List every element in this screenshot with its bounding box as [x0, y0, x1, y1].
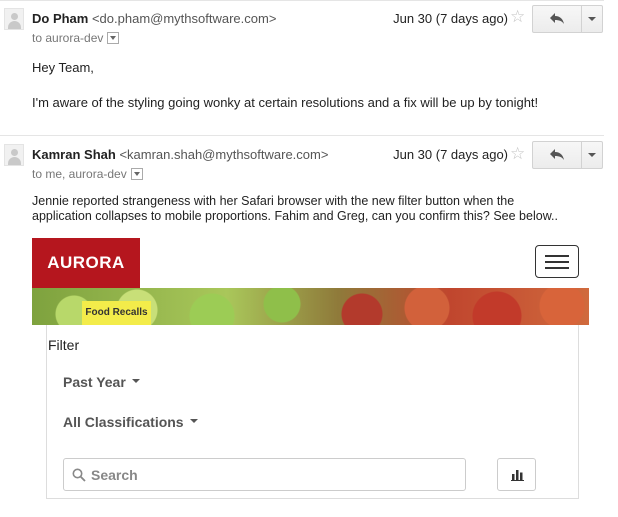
filter-panel: Filter Past Year All Classifications: [46, 325, 579, 499]
hamburger-menu-icon[interactable]: [535, 245, 579, 278]
star-icon[interactable]: ☆: [510, 8, 525, 26]
time-filter-dropdown[interactable]: Past Year: [63, 374, 140, 390]
message-date: Jun 30 (7 days ago): [393, 11, 508, 26]
avatar: [4, 8, 24, 30]
more-options-button[interactable]: [582, 142, 602, 168]
food-recalls-tag: Food Recalls: [82, 301, 151, 325]
search-field[interactable]: [63, 458, 466, 491]
time-filter-label: Past Year: [63, 374, 126, 390]
reply-button-group: [532, 5, 603, 33]
sender-name: Do Pham: [32, 11, 89, 26]
recipients-dropdown-icon[interactable]: [107, 31, 120, 44]
bar-chart-icon: [511, 470, 524, 481]
aurora-logo: AURORA: [32, 238, 140, 288]
search-input[interactable]: [91, 465, 451, 485]
caret-down-icon: [189, 419, 198, 424]
filter-label: Filter: [48, 337, 80, 353]
sender-email: <kamran.shah@mythsoftware.com>: [119, 147, 329, 162]
email-message: Do Pham <do.pham@mythsoftware.com> to au…: [0, 0, 604, 130]
recipients-text: to aurora-dev: [32, 31, 104, 45]
more-options-button[interactable]: [582, 6, 602, 32]
avatar: [4, 144, 24, 166]
chart-button[interactable]: [497, 458, 536, 491]
message-body-line: Jennie reported strangeness with her Saf…: [32, 194, 515, 208]
classification-filter-dropdown[interactable]: All Classifications: [63, 414, 198, 430]
recipients-text: to me, aurora-dev: [32, 167, 127, 181]
sender-email: <do.pham@mythsoftware.com>: [91, 11, 277, 26]
caret-down-icon: [131, 379, 140, 384]
reply-button[interactable]: [533, 6, 582, 32]
message-date: Jun 30 (7 days ago): [393, 147, 508, 162]
message-body-line: Hey Team,: [32, 60, 94, 75]
classification-filter-label: All Classifications: [63, 414, 184, 430]
star-icon[interactable]: ☆: [510, 145, 525, 163]
sender-name: Kamran Shah: [32, 147, 116, 162]
embedded-app-screenshot: AURORA Food Recalls Filter Past Year All…: [32, 238, 589, 500]
message-body-line: I'm aware of the styling going wonky at …: [32, 95, 539, 110]
reply-icon: [550, 13, 564, 24]
reply-button[interactable]: [533, 142, 582, 168]
sender-line[interactable]: Do Pham <do.pham@mythsoftware.com>: [32, 11, 276, 26]
message-divider: [0, 135, 604, 136]
search-icon: [72, 468, 86, 482]
sender-line[interactable]: Kamran Shah <kamran.shah@mythsoftware.co…: [32, 147, 328, 162]
reply-icon: [550, 149, 564, 160]
recipients-line[interactable]: to me, aurora-dev: [32, 167, 143, 181]
recipients-line[interactable]: to aurora-dev: [32, 31, 120, 45]
reply-button-group: [532, 141, 603, 169]
message-body-line: application collapses to mobile proporti…: [32, 209, 558, 223]
recipients-dropdown-icon[interactable]: [130, 167, 143, 180]
